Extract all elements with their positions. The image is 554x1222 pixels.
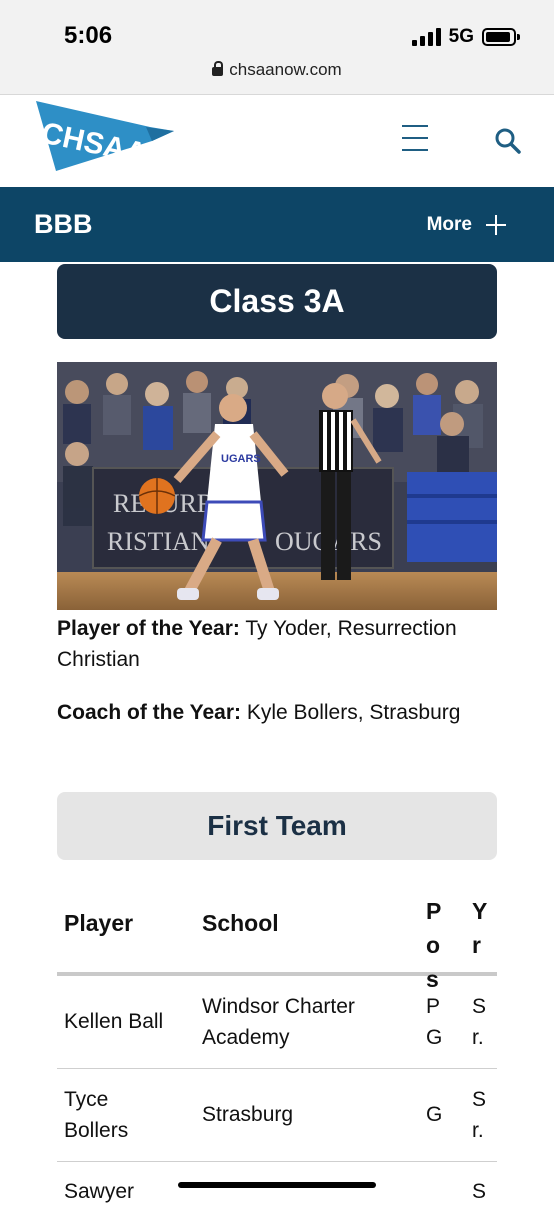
player-name: Kellen Ball: [64, 1010, 164, 1033]
jersey-text: UGARS: [221, 453, 261, 465]
player-name: Tyce Bollers: [64, 1088, 129, 1142]
position: PG: [426, 995, 443, 1049]
year: Sr.: [472, 995, 487, 1049]
position: G: [426, 1103, 443, 1126]
search-icon[interactable]: [494, 127, 522, 155]
home-indicator[interactable]: [178, 1182, 376, 1188]
coach-of-year: Coach of the Year: Kyle Bollers, Strasbu…: [57, 697, 497, 728]
plus-icon: [486, 215, 506, 235]
banner-text-2: RISTIAN: [107, 527, 210, 556]
section-nav-bar: BBB More: [0, 187, 554, 262]
hamburger-menu-icon[interactable]: [402, 125, 428, 151]
table-row: Tyce Bollers Strasburg G Sr.: [57, 1069, 497, 1162]
chsaa-logo[interactable]: CHSAA: [34, 97, 176, 180]
roster-table: Player School Pos Yr Kellen Ball Windsor…: [57, 884, 497, 1222]
system-icons: 5G: [411, 26, 520, 48]
school-name: Strasburg: [202, 1103, 294, 1126]
battery-icon: [482, 28, 520, 46]
signal-icon: [411, 28, 441, 46]
status-time: 5:06: [64, 22, 113, 49]
year: Sr.: [472, 1088, 487, 1142]
lock-icon: [212, 61, 224, 76]
site-header: CHSAA: [0, 95, 554, 187]
url-text: chsaanow.com: [229, 60, 342, 79]
player-photo: RESURRE RISTIAN OUGARS UGARS: [57, 362, 497, 610]
player-of-year-label: Player of the Year:: [57, 617, 240, 640]
header-yr: Yr: [472, 898, 488, 958]
browser-chrome: 5:06 5G chsaanow.com: [0, 0, 554, 95]
player-of-year: Player of the Year: Ty Yoder, Resurrecti…: [57, 613, 497, 675]
coach-of-year-label: Coach of the Year:: [57, 701, 241, 724]
url-bar[interactable]: chsaanow.com: [0, 60, 554, 80]
header-school: School: [202, 910, 279, 936]
table-header-row: Player School Pos Yr: [57, 884, 497, 992]
class-heading: Class 3A: [57, 264, 497, 339]
table-row: Kellen Ball Windsor Charter Academy PG S…: [57, 976, 497, 1069]
more-label: More: [426, 214, 472, 235]
coach-of-year-value: Kyle Bollers, Strasburg: [241, 701, 461, 724]
network-label: 5G: [448, 26, 474, 47]
table-row: Sawyer S: [57, 1162, 497, 1222]
first-team-heading: First Team: [57, 792, 497, 860]
player-name: Sawyer: [64, 1180, 135, 1203]
year: S: [472, 1180, 487, 1203]
more-button[interactable]: More: [427, 214, 506, 236]
school-name: Windsor Charter Academy: [202, 995, 355, 1049]
nav-title: BBB: [34, 209, 93, 239]
header-player: Player: [64, 910, 134, 936]
